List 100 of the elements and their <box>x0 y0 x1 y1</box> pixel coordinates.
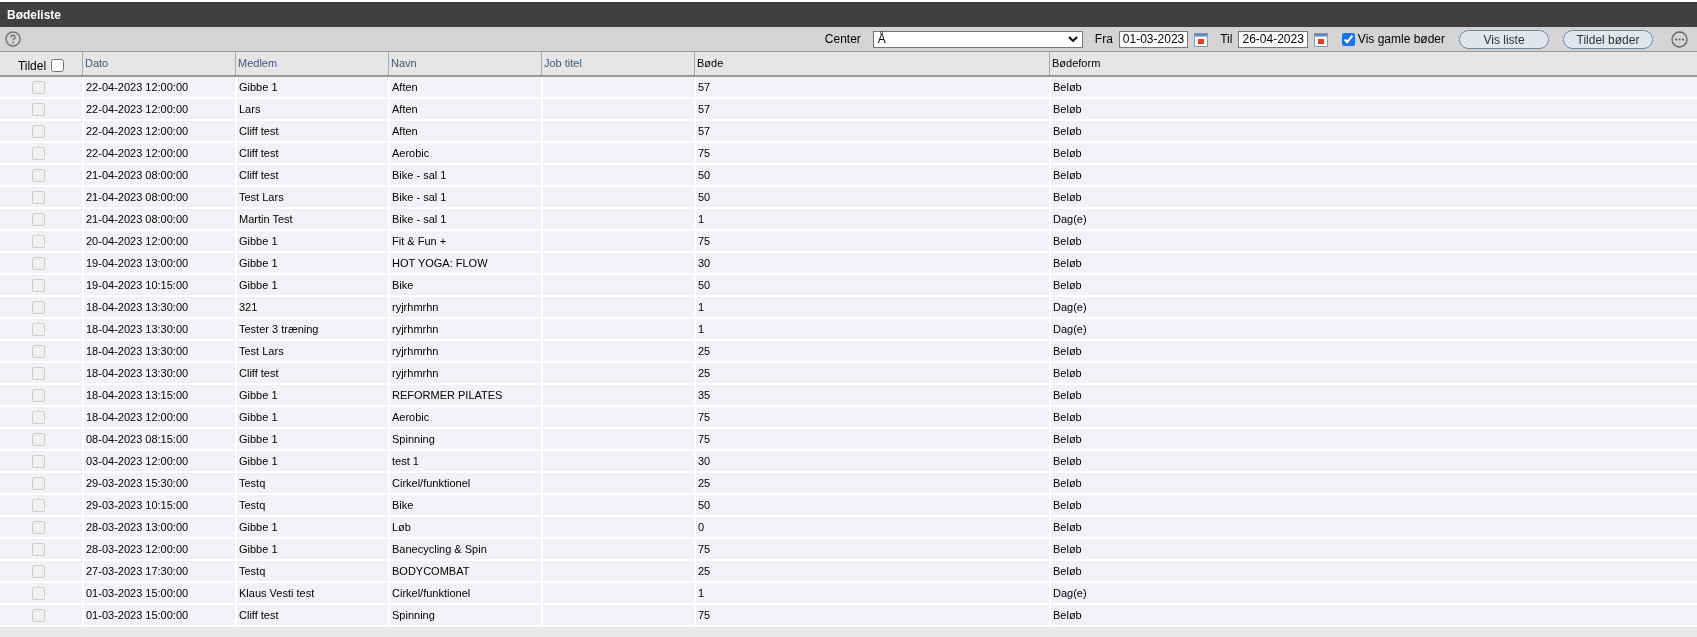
toolbar-button[interactable]: Tildel bøder <box>1563 29 1653 49</box>
table-cell-text: 75 <box>698 145 711 161</box>
row-checkbox[interactable] <box>31 102 45 116</box>
column-header[interactable]: Navn <box>391 55 417 72</box>
table-cell-text: 01-03-2023 15:00:00 <box>86 585 189 601</box>
row-checkbox[interactable] <box>31 80 45 94</box>
table-cell-text: Bike - sal 1 <box>392 167 447 183</box>
table-cell-text: Gibbe 1 <box>239 541 278 557</box>
calendar-icon[interactable] <box>1194 31 1209 47</box>
row-checkbox[interactable] <box>31 542 45 556</box>
table-cell-text: 19-04-2023 13:00:00 <box>86 255 189 271</box>
table-cell-text: 21-04-2023 08:00:00 <box>86 189 189 205</box>
table-cell-text: Beløb <box>1053 519 1082 535</box>
table-cell-text: 18-04-2023 13:30:00 <box>86 321 189 337</box>
row-checkbox[interactable] <box>31 212 45 226</box>
row-checkbox[interactable] <box>31 300 45 314</box>
row-checkbox[interactable] <box>31 256 45 270</box>
table-cell-text: 22-04-2023 12:00:00 <box>86 145 189 161</box>
table-cell-text: Beløb <box>1053 101 1082 117</box>
table-cell-text: Beløb <box>1053 453 1082 469</box>
table-cell-text: 29-03-2023 10:15:00 <box>86 497 189 513</box>
row-checkbox[interactable] <box>31 234 45 248</box>
table-cell-text: Spinning <box>392 607 435 623</box>
table-cell-text: 29-03-2023 15:30:00 <box>86 475 189 491</box>
table-cell-text: Aften <box>392 123 418 139</box>
to-label: Til <box>1220 31 1233 48</box>
toolbar-button[interactable]: Vis liste <box>1459 29 1549 49</box>
table-cell-text: Aften <box>392 101 418 117</box>
table-cell-text: Testq <box>239 497 266 513</box>
table-cell-text: 75 <box>698 541 711 557</box>
table-cell-text: Beløb <box>1053 343 1082 359</box>
row-checkbox[interactable] <box>31 366 45 380</box>
row-checkbox[interactable] <box>31 432 45 446</box>
chevron-down-icon[interactable] <box>1067 35 1078 43</box>
table-cell-text: Gibbe 1 <box>239 255 278 271</box>
table-cell-text: ryjrhmrhn <box>392 299 439 315</box>
row-checkbox[interactable] <box>31 454 45 468</box>
row-checkbox[interactable] <box>31 388 45 402</box>
row-checkbox[interactable] <box>31 278 45 292</box>
table-cell-text: 1 <box>698 321 705 337</box>
table-cell-text: Beløb <box>1053 145 1082 161</box>
table-cell-text: Cliff test <box>239 145 279 161</box>
row-checkbox[interactable] <box>31 190 45 204</box>
row-checkbox[interactable] <box>31 498 45 512</box>
row-checkbox[interactable] <box>31 322 45 336</box>
table-cell-text: Beløb <box>1053 409 1082 425</box>
table-cell-text: 03-04-2023 12:00:00 <box>86 453 189 469</box>
table-cell-text: 75 <box>698 607 711 623</box>
table-cell-text: Beløb <box>1053 541 1082 557</box>
table-cell-text: 21-04-2023 08:00:00 <box>86 167 189 183</box>
column-header[interactable]: Bødeform <box>1052 55 1101 72</box>
table-cell-text: 25 <box>698 365 711 381</box>
row-checkbox[interactable] <box>31 344 45 358</box>
table-cell-text: Gibbe 1 <box>239 387 278 403</box>
row-checkbox[interactable] <box>31 520 45 534</box>
help-icon[interactable] <box>5 31 21 47</box>
row-checkbox[interactable] <box>31 476 45 490</box>
table-cell-text: Aerobic <box>392 145 430 161</box>
table-cell-text: Cliff test <box>239 167 279 183</box>
table-cell-text: Beløb <box>1053 497 1082 513</box>
table-cell-text: Aften <box>392 79 418 95</box>
column-header[interactable]: Dato <box>85 55 109 72</box>
column-header[interactable]: Medlem <box>238 55 278 72</box>
table-cell-text: 27-03-2023 17:30:00 <box>86 563 189 579</box>
center-select[interactable]: Å <box>872 30 1083 48</box>
table-cell-text: Cirkel/funktionel <box>392 585 471 601</box>
table-cell-text: 75 <box>698 233 711 249</box>
more-icon[interactable] <box>1671 30 1688 48</box>
table-cell-text: Spinning <box>392 431 435 447</box>
calendar-icon[interactable] <box>1313 31 1328 47</box>
table-cell-text: HOT YOGA: FLOW <box>392 255 488 271</box>
table-cell-text: 08-04-2023 08:15:00 <box>86 431 189 447</box>
table-cell-text: 57 <box>698 101 711 117</box>
table-cell-text: Beløb <box>1053 475 1082 491</box>
row-checkbox[interactable] <box>31 608 45 622</box>
to-date-field[interactable]: 26-04-2023 <box>1238 30 1308 48</box>
table-cell-text: Klaus Vesti test <box>239 585 315 601</box>
table-cell-text: Beløb <box>1053 123 1082 139</box>
show-old-label: Vis gamle bøder <box>1357 31 1445 48</box>
table-cell-text: Beløb <box>1053 365 1082 381</box>
table-cell-text: Test Lars <box>239 189 284 205</box>
show-old-checkbox[interactable] <box>1341 32 1355 46</box>
select-all-checkbox[interactable] <box>51 59 65 72</box>
from-date-field[interactable]: 01-03-2023 <box>1118 30 1189 48</box>
table-cell-text: 50 <box>698 277 711 293</box>
row-checkbox[interactable] <box>31 168 45 182</box>
table-cell-text: 1 <box>698 211 705 227</box>
row-checkbox[interactable] <box>31 564 45 578</box>
row-checkbox[interactable] <box>31 586 45 600</box>
row-checkbox[interactable] <box>31 124 45 138</box>
row-checkbox[interactable] <box>31 410 45 424</box>
table-cell-text: Banecycling & Spin <box>392 541 487 557</box>
from-label: Fra <box>1094 31 1113 48</box>
table-cell-text: 50 <box>698 167 711 183</box>
table-cell-text: Dag(e) <box>1053 585 1087 601</box>
row-checkbox[interactable] <box>31 146 45 160</box>
column-header: Tildel <box>17 57 47 75</box>
table-cell-text: Martin Test <box>239 211 293 227</box>
column-header[interactable]: Job titel <box>544 55 582 72</box>
column-header[interactable]: Bøde <box>697 55 724 72</box>
